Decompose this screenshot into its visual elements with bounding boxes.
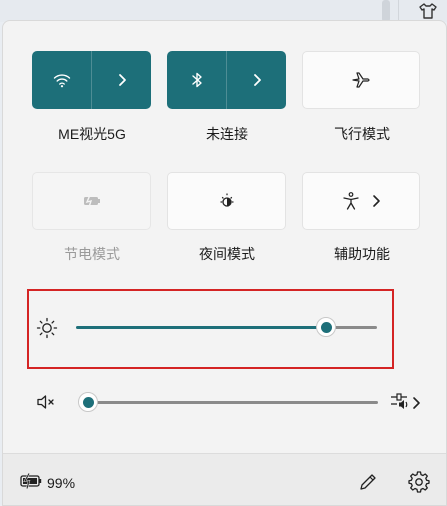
audio-output-icon[interactable] bbox=[389, 391, 425, 413]
speaker-muted-icon[interactable] bbox=[35, 393, 59, 411]
tile-wifi bbox=[32, 51, 151, 109]
volume-track[interactable] bbox=[88, 401, 378, 404]
gear-icon[interactable] bbox=[408, 471, 430, 493]
battery-charging-icon bbox=[20, 473, 42, 489]
tile-bluetooth bbox=[167, 51, 286, 109]
bluetooth-toggle[interactable] bbox=[167, 51, 226, 109]
battery-percent: 99% bbox=[47, 475, 76, 491]
tile-battery-saver[interactable] bbox=[32, 172, 151, 230]
wifi-more-button[interactable] bbox=[92, 51, 151, 109]
tile-label-accessibility: 辅助功能 bbox=[334, 246, 390, 262]
tile-night-light[interactable] bbox=[167, 172, 286, 230]
tile-label-night-light: 夜间模式 bbox=[199, 246, 255, 262]
quick-settings-panel: ME视光5G 未连接 飞行模式 节电模式 夜间模式 辅助功能 99% bbox=[2, 20, 447, 506]
tile-label-bluetooth: 未连接 bbox=[206, 126, 248, 142]
tile-label-wifi: ME视光5G bbox=[58, 126, 126, 142]
brightness-highlight-box bbox=[27, 289, 394, 369]
accessibility-icon bbox=[343, 192, 359, 210]
tile-label-airplane-mode: 飞行模式 bbox=[334, 126, 390, 142]
wifi-toggle[interactable] bbox=[32, 51, 91, 109]
chevron-right-icon bbox=[373, 195, 380, 207]
tile-airplane-mode[interactable] bbox=[302, 51, 420, 109]
background-scrollbar bbox=[382, 0, 390, 22]
airplane-icon bbox=[352, 72, 370, 88]
bluetooth-more-button[interactable] bbox=[227, 51, 286, 109]
brightness-slider-thumb[interactable] bbox=[316, 317, 336, 337]
brightness-icon bbox=[36, 317, 58, 339]
chevron-right-icon bbox=[118, 74, 126, 86]
pencil-icon[interactable] bbox=[358, 472, 378, 492]
volume-slider-thumb[interactable] bbox=[78, 392, 98, 412]
background-divider bbox=[398, 0, 399, 22]
battery-saver-icon bbox=[83, 194, 100, 208]
desktop-background bbox=[0, 0, 447, 22]
tile-accessibility[interactable] bbox=[302, 172, 420, 230]
quick-settings-footer: 99% bbox=[3, 453, 446, 505]
chevron-right-icon bbox=[253, 74, 261, 86]
wifi-icon bbox=[53, 74, 70, 88]
brightness-track-filled[interactable] bbox=[76, 326, 326, 329]
tile-label-battery-saver: 节电模式 bbox=[64, 246, 120, 262]
shirt-icon bbox=[419, 3, 437, 19]
bluetooth-icon bbox=[191, 72, 202, 88]
night-light-icon bbox=[220, 193, 233, 207]
